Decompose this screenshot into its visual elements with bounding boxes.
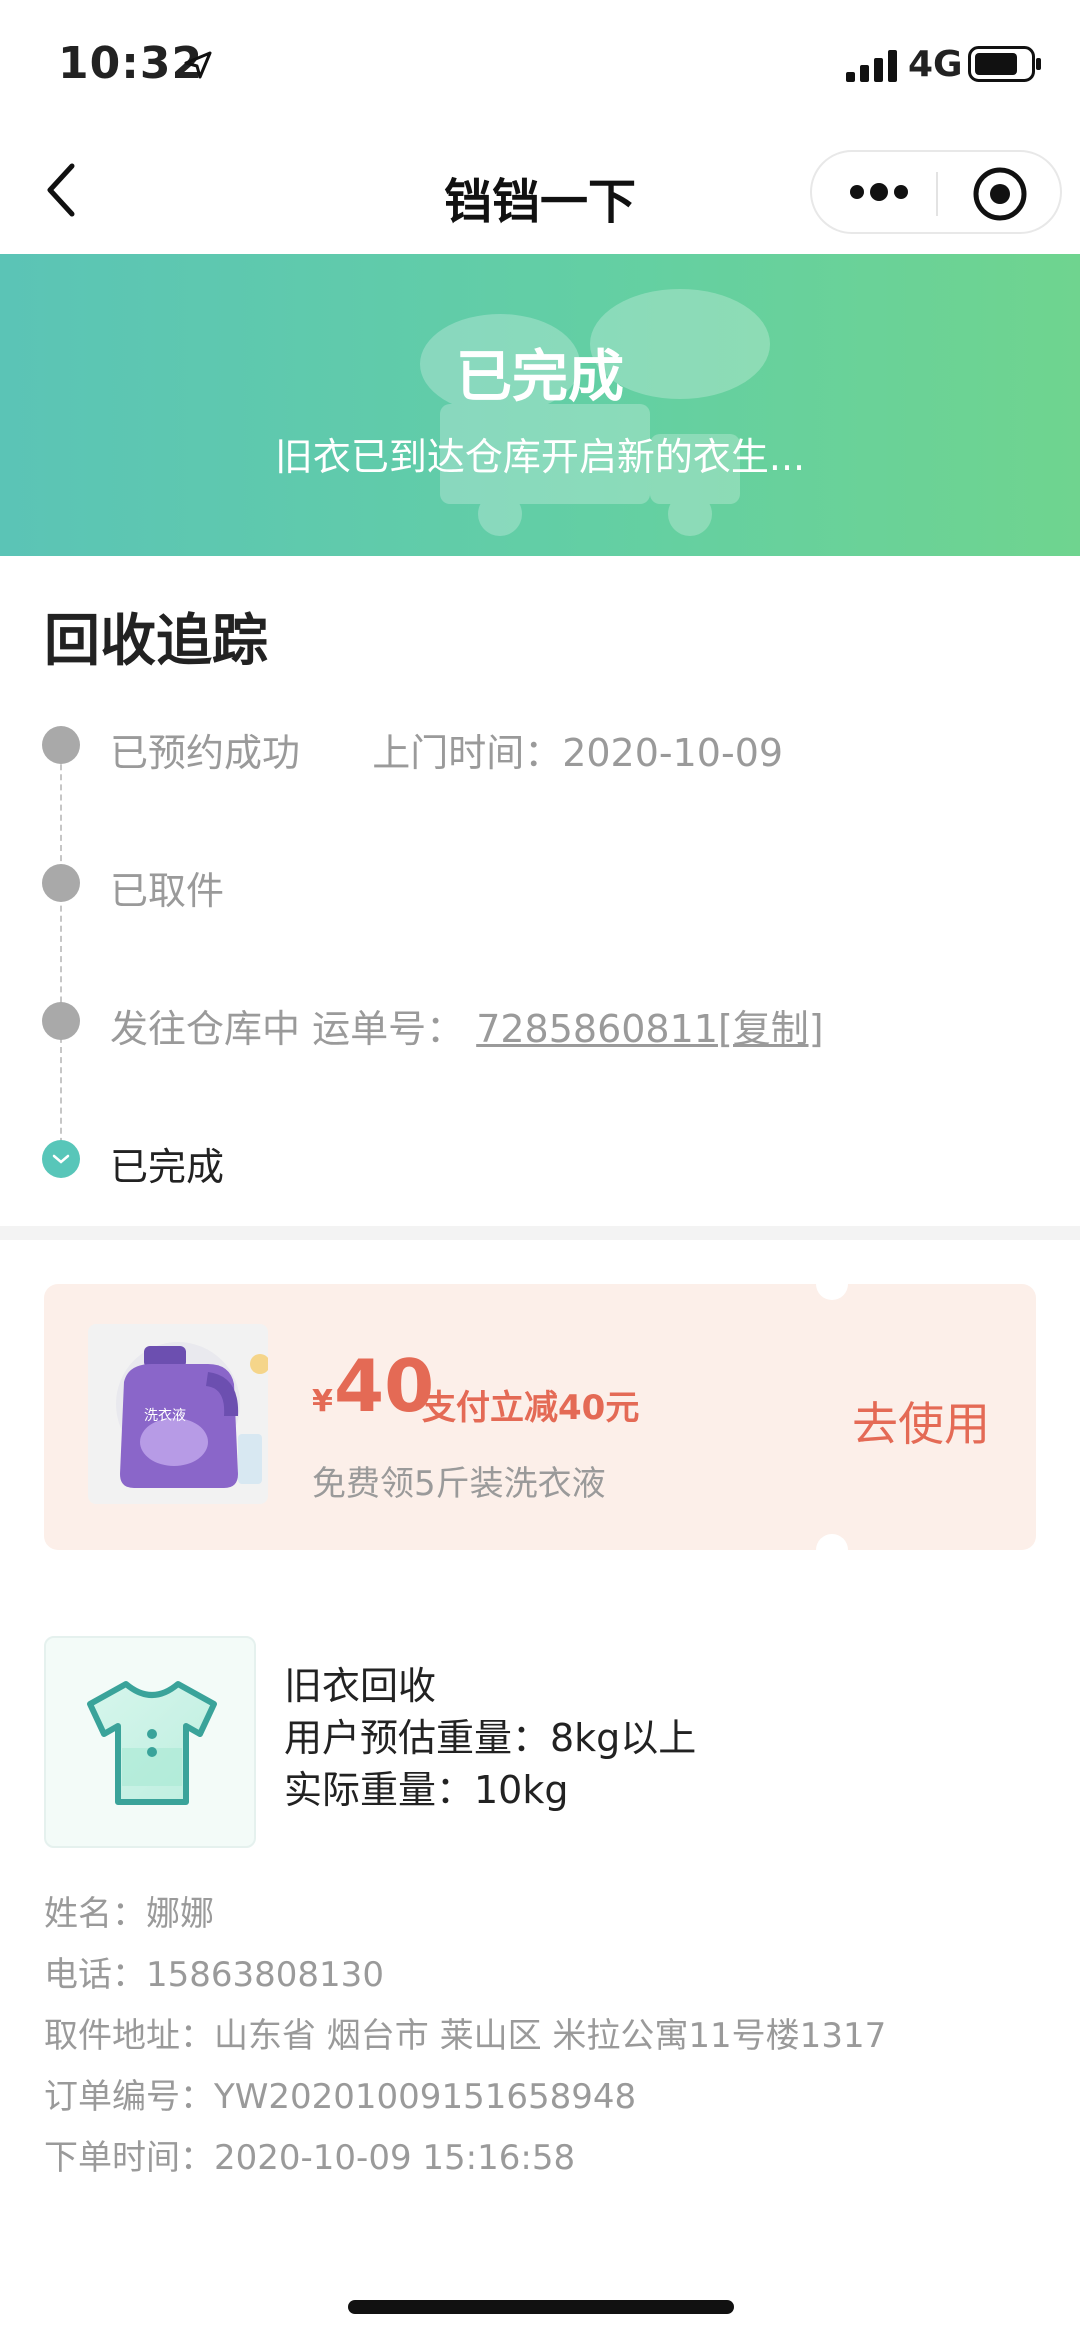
timeline-line (60, 744, 62, 1154)
item-actual-weight: 实际重量：10kg (284, 1768, 569, 1812)
capsule-divider (936, 172, 938, 216)
contact-name: 姓名：娜娜 (44, 1894, 214, 1934)
pickup-time: 上门时间：2020-10-09 (372, 731, 784, 775)
use-coupon-button[interactable]: 去使用 (852, 1388, 990, 1454)
coupon-notch (816, 1534, 848, 1566)
mini-program-capsule (810, 150, 1062, 234)
coupon-subtitle: 免费领5斤装洗衣液 (312, 1464, 606, 1504)
detergent-product-image: 洗衣液 (88, 1324, 268, 1504)
timeline-dot (42, 1002, 80, 1040)
order-number: 订单编号：YW20201009151658948 (44, 2077, 637, 2117)
pickup-address: 取件地址：山东省 烟台市 莱山区 米拉公寓11号楼1317 (44, 2016, 887, 2056)
timeline-dot (42, 864, 80, 902)
tracking-number-link[interactable]: 7285860811 (476, 1007, 718, 1051)
coupon-currency: ¥ (312, 1384, 333, 1419)
timeline-step-done: 已完成 (0, 1128, 1080, 1189)
coupon-notch (816, 1268, 848, 1300)
more-icon[interactable] (848, 178, 910, 206)
step-label: 已预约成功 (110, 731, 301, 775)
coupon-amount: 40 (334, 1344, 435, 1428)
close-target-icon[interactable] (972, 166, 1028, 222)
item-details: 旧衣回收 用户预估重量：8kg以上 实际重量：10kg (284, 1660, 696, 1816)
coupon-description: 支付立减40元 (422, 1388, 640, 1428)
step-label: 已完成 (110, 1145, 225, 1189)
tshirt-icon (87, 1681, 217, 1805)
banner-subtitle: 旧衣已到达仓库开启新的衣生... (274, 435, 806, 479)
home-indicator (348, 2300, 734, 2314)
battery-icon (968, 46, 1041, 82)
network-type: 4G (908, 44, 963, 85)
timeline-step-shipping: 发往仓库中 运单号： 7285860811[复制] (0, 990, 1080, 1051)
step-label: 发往仓库中 运单号： (110, 1007, 465, 1051)
order-info: 姓名：娜娜 电话：15863808130 取件地址：山东省 烟台市 莱山区 米拉… (44, 1884, 886, 2189)
status-time: 10:32 (58, 38, 204, 89)
banner-title: 已完成 (456, 345, 624, 410)
signal-icon (846, 50, 897, 82)
coupon-card[interactable]: 洗衣液 ¥ 40 支付立减40元 免费领5斤装洗衣液 去使用 (44, 1268, 1036, 1566)
tracking-title: 回收追踪 (44, 609, 268, 674)
svg-text:洗衣液: 洗衣液 (144, 1408, 186, 1424)
item-estimated-weight: 用户预估重量：8kg以上 (284, 1716, 697, 1760)
location-arrow-icon (184, 51, 212, 79)
status-banner: 已完成 旧衣已到达仓库开启新的衣生... (0, 254, 1080, 556)
timeline-dot (42, 726, 80, 764)
step-label: 已取件 (110, 869, 225, 913)
nav-bar: 铛铛一下 (0, 130, 1080, 254)
item-title: 旧衣回收 (284, 1664, 437, 1708)
order-time: 下单时间：2020-10-09 15:16:58 (44, 2138, 576, 2178)
copy-button[interactable]: [复制] (718, 1007, 824, 1051)
status-bar: 10:32 4G (0, 0, 1080, 130)
item-image (44, 1636, 256, 1848)
timeline-step-picked: 已取件 (0, 852, 1080, 913)
timeline-step-booked: 已预约成功 上门时间：2020-10-09 (0, 714, 1080, 775)
contact-phone: 电话：15863808130 (44, 1955, 384, 1995)
section-divider (0, 1226, 1080, 1240)
check-icon (42, 1140, 80, 1178)
